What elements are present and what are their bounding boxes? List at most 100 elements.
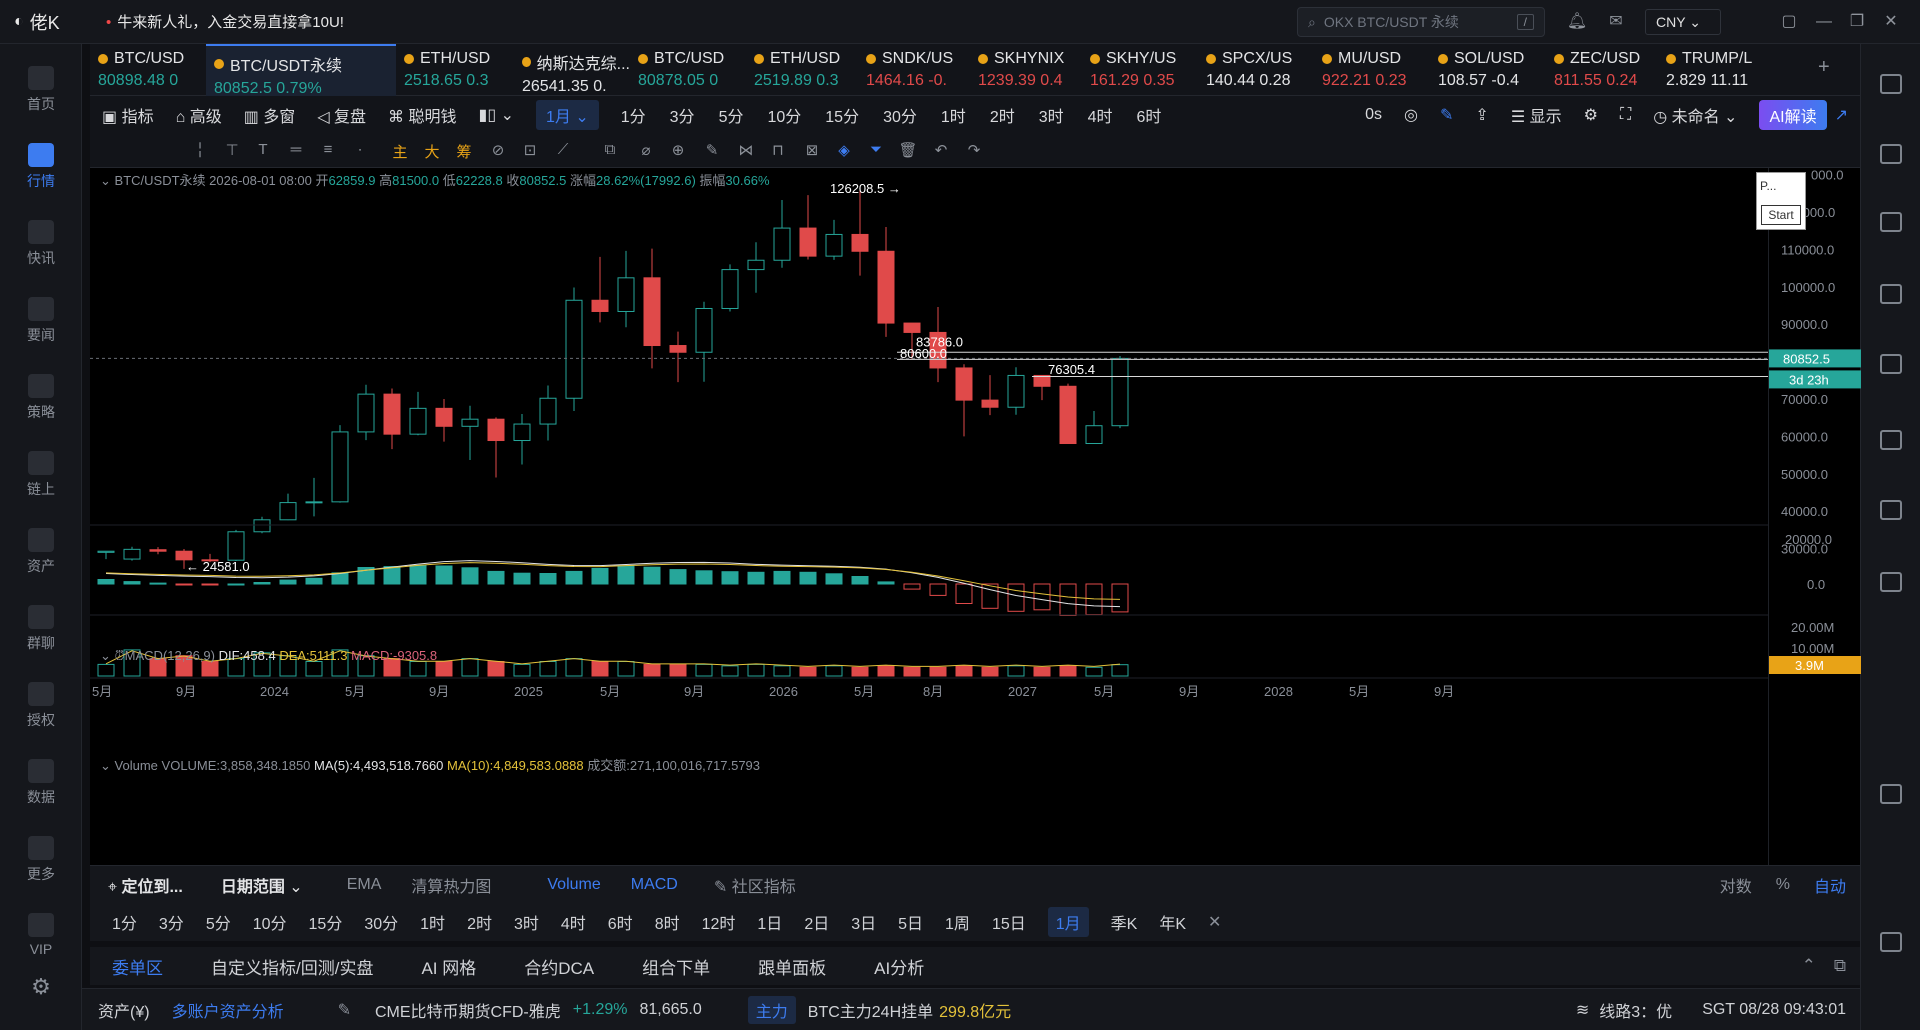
collapse-icon[interactable]: ⌄	[100, 648, 111, 663]
bottom-interval-18[interactable]: 15日	[992, 910, 1026, 934]
bottom-interval-16[interactable]: 5日	[898, 910, 923, 934]
bottom-interval-0[interactable]: 1分	[112, 910, 137, 934]
chip-icon[interactable]: 筹	[454, 141, 474, 161]
right-tool-icon-9[interactable]	[1880, 932, 1902, 952]
ticker-10[interactable]: MU/USD 922.21 0.23	[1314, 44, 1430, 96]
interval-4[interactable]: 15分	[825, 103, 859, 127]
replay-button[interactable]: ◁ 复盘	[317, 103, 366, 127]
liquidation-heatmap-toggle[interactable]: 清算热力图	[411, 873, 491, 897]
bottom-interval-4[interactable]: 15分	[309, 910, 343, 934]
expand-icon[interactable]: ⧉	[1834, 956, 1846, 976]
mail-icon[interactable]: ✉︎	[1605, 11, 1627, 33]
interval-9[interactable]: 4时	[1088, 103, 1113, 127]
right-tool-icon-6[interactable]	[1880, 500, 1902, 520]
bottom-interval-2[interactable]: 5分	[206, 910, 231, 934]
interval-2[interactable]: 5分	[719, 103, 744, 127]
ticker-4[interactable]: BTC/USD 80878.05 0	[630, 44, 746, 96]
multi-account-link[interactable]: 多账户资产分析	[172, 998, 284, 1022]
sidebar-item-6[interactable]: 资产	[0, 528, 82, 576]
sidebar-item-3[interactable]: 要闻	[0, 297, 82, 345]
interval-6[interactable]: 1时	[941, 103, 966, 127]
bottom-interval-9[interactable]: 4时	[561, 910, 586, 934]
ticker-8[interactable]: SKHY/US 161.29 0.35	[1082, 44, 1198, 96]
sidebar-item-4[interactable]: 策略	[0, 374, 82, 422]
crosshair-icon[interactable]: ╎	[190, 141, 210, 161]
panel-tab-1[interactable]: 自定义指标/回测/实盘	[211, 954, 373, 979]
lock-icon[interactable]: ⊓	[768, 141, 788, 161]
bottom-interval-11[interactable]: 8时	[655, 910, 680, 934]
ticker-3[interactable]: 纳斯达克综... 26541.35 0.	[514, 44, 630, 96]
community-indicator-button[interactable]: ✎ 社区指标	[714, 873, 796, 897]
start-button[interactable]: Start	[1761, 205, 1801, 225]
pen-icon[interactable]: ✎	[1440, 105, 1453, 125]
percent-toggle[interactable]: %	[1776, 876, 1790, 894]
right-tool-icon-4[interactable]	[1880, 354, 1902, 374]
redo-icon[interactable]: ↷	[964, 141, 984, 161]
bottom-interval-8[interactable]: 3时	[514, 910, 539, 934]
sidebar-item-8[interactable]: 授权	[0, 682, 82, 730]
measure-icon[interactable]: ⊘	[488, 141, 508, 161]
add-ticker-button[interactable]: +	[1818, 56, 1830, 79]
asset-label[interactable]: 资产(¥)	[98, 998, 150, 1022]
fib-icon[interactable]: ≡	[318, 141, 338, 161]
interval-3[interactable]: 10分	[767, 103, 801, 127]
bottom-interval-19[interactable]: 1月	[1047, 907, 1089, 937]
interval-select[interactable]: 1月 ⌄	[535, 100, 599, 130]
bottom-interval-10[interactable]: 6时	[608, 910, 633, 934]
ticker-2[interactable]: ETH/USD 2518.65 0.3	[396, 44, 514, 96]
sync-icon[interactable]: ◈	[834, 141, 854, 161]
bottom-interval-1[interactable]: 3分	[159, 910, 184, 934]
camera-icon[interactable]: ◎	[1404, 105, 1418, 125]
collapse-icon[interactable]: ⌄	[100, 758, 111, 773]
ticker-12[interactable]: ZEC/USD 811.55 0.24	[1546, 44, 1658, 96]
undo-icon[interactable]: ↶	[931, 141, 951, 161]
pin-icon[interactable]: ▢	[1778, 11, 1800, 33]
search-input[interactable]: ⌕ OKX BTC/USDT 永续 /	[1297, 7, 1545, 37]
restore-icon[interactable]: ❐	[1846, 11, 1868, 33]
ticker-1[interactable]: BTC/USDT永续 80852.5 0.79%	[206, 44, 396, 96]
text-icon[interactable]: T	[253, 141, 273, 161]
right-tool-icon-0[interactable]	[1880, 74, 1902, 94]
bottom-interval-20[interactable]: 季K	[1111, 910, 1138, 934]
right-tool-icon-7[interactable]	[1880, 572, 1902, 592]
copy-icon[interactable]: ⧉	[600, 141, 620, 161]
bottom-interval-7[interactable]: 2时	[467, 910, 492, 934]
interval-1[interactable]: 3分	[670, 103, 695, 127]
interval-10[interactable]: 6时	[1137, 103, 1162, 127]
settings-icon[interactable]: ⚙︎	[0, 974, 82, 1000]
ai-interpret-button[interactable]: AI解读	[1759, 100, 1827, 130]
close-icon[interactable]: ✕	[1208, 912, 1221, 932]
log-toggle[interactable]: 对数	[1720, 873, 1752, 897]
interval-7[interactable]: 2时	[990, 103, 1015, 127]
eraser-icon[interactable]: ✎	[702, 141, 722, 161]
hline-icon[interactable]: ⊤	[222, 141, 242, 161]
fullscreen-icon[interactable]: ⛶	[1620, 106, 1631, 124]
sidebar-item-10[interactable]: 更多	[0, 836, 82, 884]
right-tool-icon-1[interactable]	[1880, 144, 1902, 164]
zoom-in-icon[interactable]: ⊕	[668, 141, 688, 161]
dots-icon[interactable]: ∙	[350, 141, 370, 161]
sidebar-item-2[interactable]: 快讯	[0, 220, 82, 268]
right-tool-icon-3[interactable]	[1880, 284, 1902, 304]
screenshot-icon[interactable]: ⊠	[802, 141, 822, 161]
ticker-7[interactable]: SKHYNIX 1239.39 0.4	[970, 44, 1082, 96]
ruler-icon[interactable]: ⌀	[636, 141, 656, 161]
channel-icon[interactable]: ═	[286, 141, 306, 161]
main-force-icon[interactable]: 主	[390, 141, 410, 161]
minimize-icon[interactable]: —	[1813, 11, 1835, 33]
panel-tab-0[interactable]: 委单区	[112, 954, 163, 979]
macd-toggle[interactable]: MACD	[631, 876, 678, 894]
ticker-0[interactable]: BTC/USD 80898.48 0	[90, 44, 206, 96]
sidebar-item-9[interactable]: 数据	[0, 759, 82, 807]
bottom-interval-14[interactable]: 2日	[804, 910, 829, 934]
interval-5[interactable]: 30分	[883, 103, 917, 127]
price-scale[interactable]: 120000.0110000.0100000.090000.080000.070…	[1768, 168, 1861, 865]
app-logo[interactable]: ◐ 佬K	[0, 9, 100, 35]
volume-toggle[interactable]: Volume	[547, 876, 600, 894]
date-range-select[interactable]: 日期范围 ⌄	[221, 873, 303, 897]
indicator-button[interactable]: ▣ 指标	[102, 103, 154, 127]
ema-toggle[interactable]: EMA	[347, 876, 382, 894]
sidebar-item-5[interactable]: 链上	[0, 451, 82, 499]
ticker-9[interactable]: SPCX/US 140.44 0.28	[1198, 44, 1314, 96]
panel-tab-4[interactable]: 组合下单	[642, 954, 710, 979]
